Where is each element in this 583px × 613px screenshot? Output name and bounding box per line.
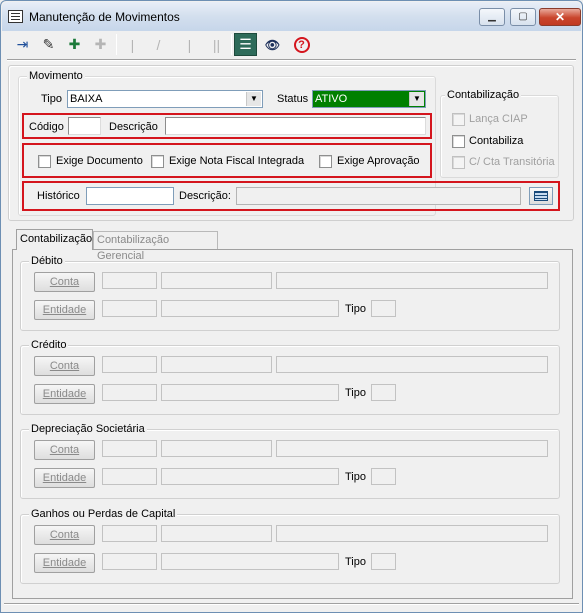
binoculars-icon[interactable]: 👁	[261, 33, 284, 56]
toolbar-separator	[231, 34, 232, 55]
depreciacao-tipo-label: Tipo	[345, 471, 366, 483]
depreciacao-conta-id	[161, 440, 272, 457]
credito-legend: Crédito	[29, 338, 69, 352]
lanca-ciap-checkbox[interactable]	[452, 113, 465, 126]
debito-entidade-code	[102, 300, 157, 317]
exige-aprovacao-label[interactable]: Exige Aprovação	[337, 154, 420, 168]
title-bar[interactable]: Manutenção de Movimentos ▁ ▢ ✕	[2, 2, 581, 31]
status-divider	[4, 603, 579, 605]
toolbar-separator	[116, 34, 117, 55]
add-record-icon[interactable]: ✚	[63, 33, 86, 56]
exige-aprovacao-checkbox[interactable]	[319, 155, 332, 168]
toolbar: ⇥ ✎ ✚ ✚ | / | || ☰ 👁 ?	[8, 32, 575, 58]
contabilizacao-legend: Contabilização	[445, 88, 522, 102]
debito-conta-button[interactable]: Conta	[34, 272, 95, 292]
close-button[interactable]: ✕	[539, 8, 581, 26]
movimento-legend: Movimento	[27, 69, 85, 83]
historico-descricao-field	[236, 187, 521, 205]
ganhos-entidade-button[interactable]: Entidade	[34, 553, 95, 573]
ganhos-conta-id	[161, 525, 272, 542]
ganhos-perdas-legend: Ganhos ou Perdas de Capital	[29, 507, 178, 521]
tipo-value: BAIXA	[70, 93, 103, 105]
tipo-select[interactable]: BAIXA ▼	[67, 90, 263, 108]
debito-tipo-field	[371, 300, 396, 317]
eraser-icon[interactable]: ✎	[37, 33, 60, 56]
status-label: Status	[277, 93, 309, 105]
credito-tipo-field	[371, 384, 396, 401]
last-record-icon[interactable]: ||	[205, 33, 228, 56]
codigo-field[interactable]	[68, 117, 101, 135]
main-window: Manutenção de Movimentos ▁ ▢ ✕ ⇥ ✎ ✚ ✚ |…	[0, 0, 583, 613]
credito-conta-id	[161, 356, 272, 373]
lanca-ciap-label[interactable]: Lança CIAP	[469, 112, 528, 126]
credito-conta-code	[102, 356, 157, 373]
tab-contabilizacao-gerencial[interactable]: Contabilização Gerencial	[93, 231, 218, 262]
depreciacao-conta-code	[102, 440, 157, 457]
depreciacao-entidade-desc	[161, 468, 339, 485]
debito-conta-code	[102, 272, 157, 289]
list-icon[interactable]: ☰	[234, 33, 257, 56]
chevron-down-icon[interactable]: ▼	[409, 92, 424, 106]
cta-transitoria-label[interactable]: C/ Cta Transitória	[469, 155, 555, 169]
ganhos-entidade-desc	[161, 553, 339, 570]
ganhos-tipo-field	[371, 553, 396, 570]
descricao-field[interactable]	[165, 117, 426, 135]
exit-door-icon[interactable]: ⇥	[11, 33, 34, 56]
credito-entidade-code	[102, 384, 157, 401]
minimize-button[interactable]: ▁	[479, 8, 505, 26]
app-form-icon	[8, 10, 23, 23]
ganhos-conta-desc	[276, 525, 548, 542]
chevron-down-icon[interactable]: ▼	[246, 92, 261, 106]
credito-conta-desc	[276, 356, 548, 373]
depreciacao-entidade-code	[102, 468, 157, 485]
toolbar-divider	[7, 59, 576, 61]
contabiliza-checkbox[interactable]	[452, 135, 465, 148]
list-lookup-icon	[534, 191, 548, 201]
cta-transitoria-checkbox[interactable]	[452, 156, 465, 169]
depreciacao-legend: Depreciação Societária	[29, 422, 147, 436]
debito-entidade-desc	[161, 300, 339, 317]
remove-record-icon[interactable]: ✚	[89, 33, 112, 56]
debito-conta-desc	[276, 272, 548, 289]
exige-documento-label[interactable]: Exige Documento	[56, 154, 143, 168]
descricao-label: Descrição	[109, 121, 158, 133]
maximize-button[interactable]: ▢	[510, 8, 536, 26]
ganhos-conta-code	[102, 525, 157, 542]
depreciacao-tipo-field	[371, 468, 396, 485]
historico-lookup-button[interactable]	[529, 187, 553, 205]
debito-conta-id	[161, 272, 272, 289]
credito-tipo-label: Tipo	[345, 387, 366, 399]
tipo-label: Tipo	[41, 93, 62, 105]
exige-nota-fiscal-checkbox[interactable]	[151, 155, 164, 168]
exige-nota-fiscal-label[interactable]: Exige Nota Fiscal Integrada	[169, 154, 304, 168]
help-icon[interactable]: ?	[290, 33, 313, 56]
ganhos-entidade-code	[102, 553, 157, 570]
depreciacao-conta-button[interactable]: Conta	[34, 440, 95, 460]
historico-field[interactable]	[86, 187, 174, 205]
credito-entidade-desc	[161, 384, 339, 401]
codigo-label: Código	[29, 121, 64, 133]
debito-legend: Débito	[29, 254, 65, 268]
first-record-icon[interactable]: |	[121, 33, 144, 56]
contabiliza-label[interactable]: Contabiliza	[469, 134, 523, 148]
status-select[interactable]: ATIVO ▼	[312, 90, 426, 108]
historico-label: Histórico	[37, 190, 80, 202]
depreciacao-conta-desc	[276, 440, 548, 457]
historico-descricao-label: Descrição:	[179, 190, 231, 202]
previous-record-icon[interactable]: /	[147, 33, 170, 56]
tab-contabilizacao[interactable]: Contabilização	[16, 229, 93, 250]
debito-entidade-button[interactable]: Entidade	[34, 300, 95, 320]
credito-conta-button[interactable]: Conta	[34, 356, 95, 376]
depreciacao-entidade-button[interactable]: Entidade	[34, 468, 95, 488]
debito-tipo-label: Tipo	[345, 303, 366, 315]
ganhos-conta-button[interactable]: Conta	[34, 525, 95, 545]
ganhos-tipo-label: Tipo	[345, 556, 366, 568]
exige-documento-checkbox[interactable]	[38, 155, 51, 168]
status-value: ATIVO	[315, 93, 348, 105]
credito-entidade-button[interactable]: Entidade	[34, 384, 95, 404]
next-record-icon[interactable]: |	[178, 33, 201, 56]
window-title: Manutenção de Movimentos	[29, 10, 180, 24]
